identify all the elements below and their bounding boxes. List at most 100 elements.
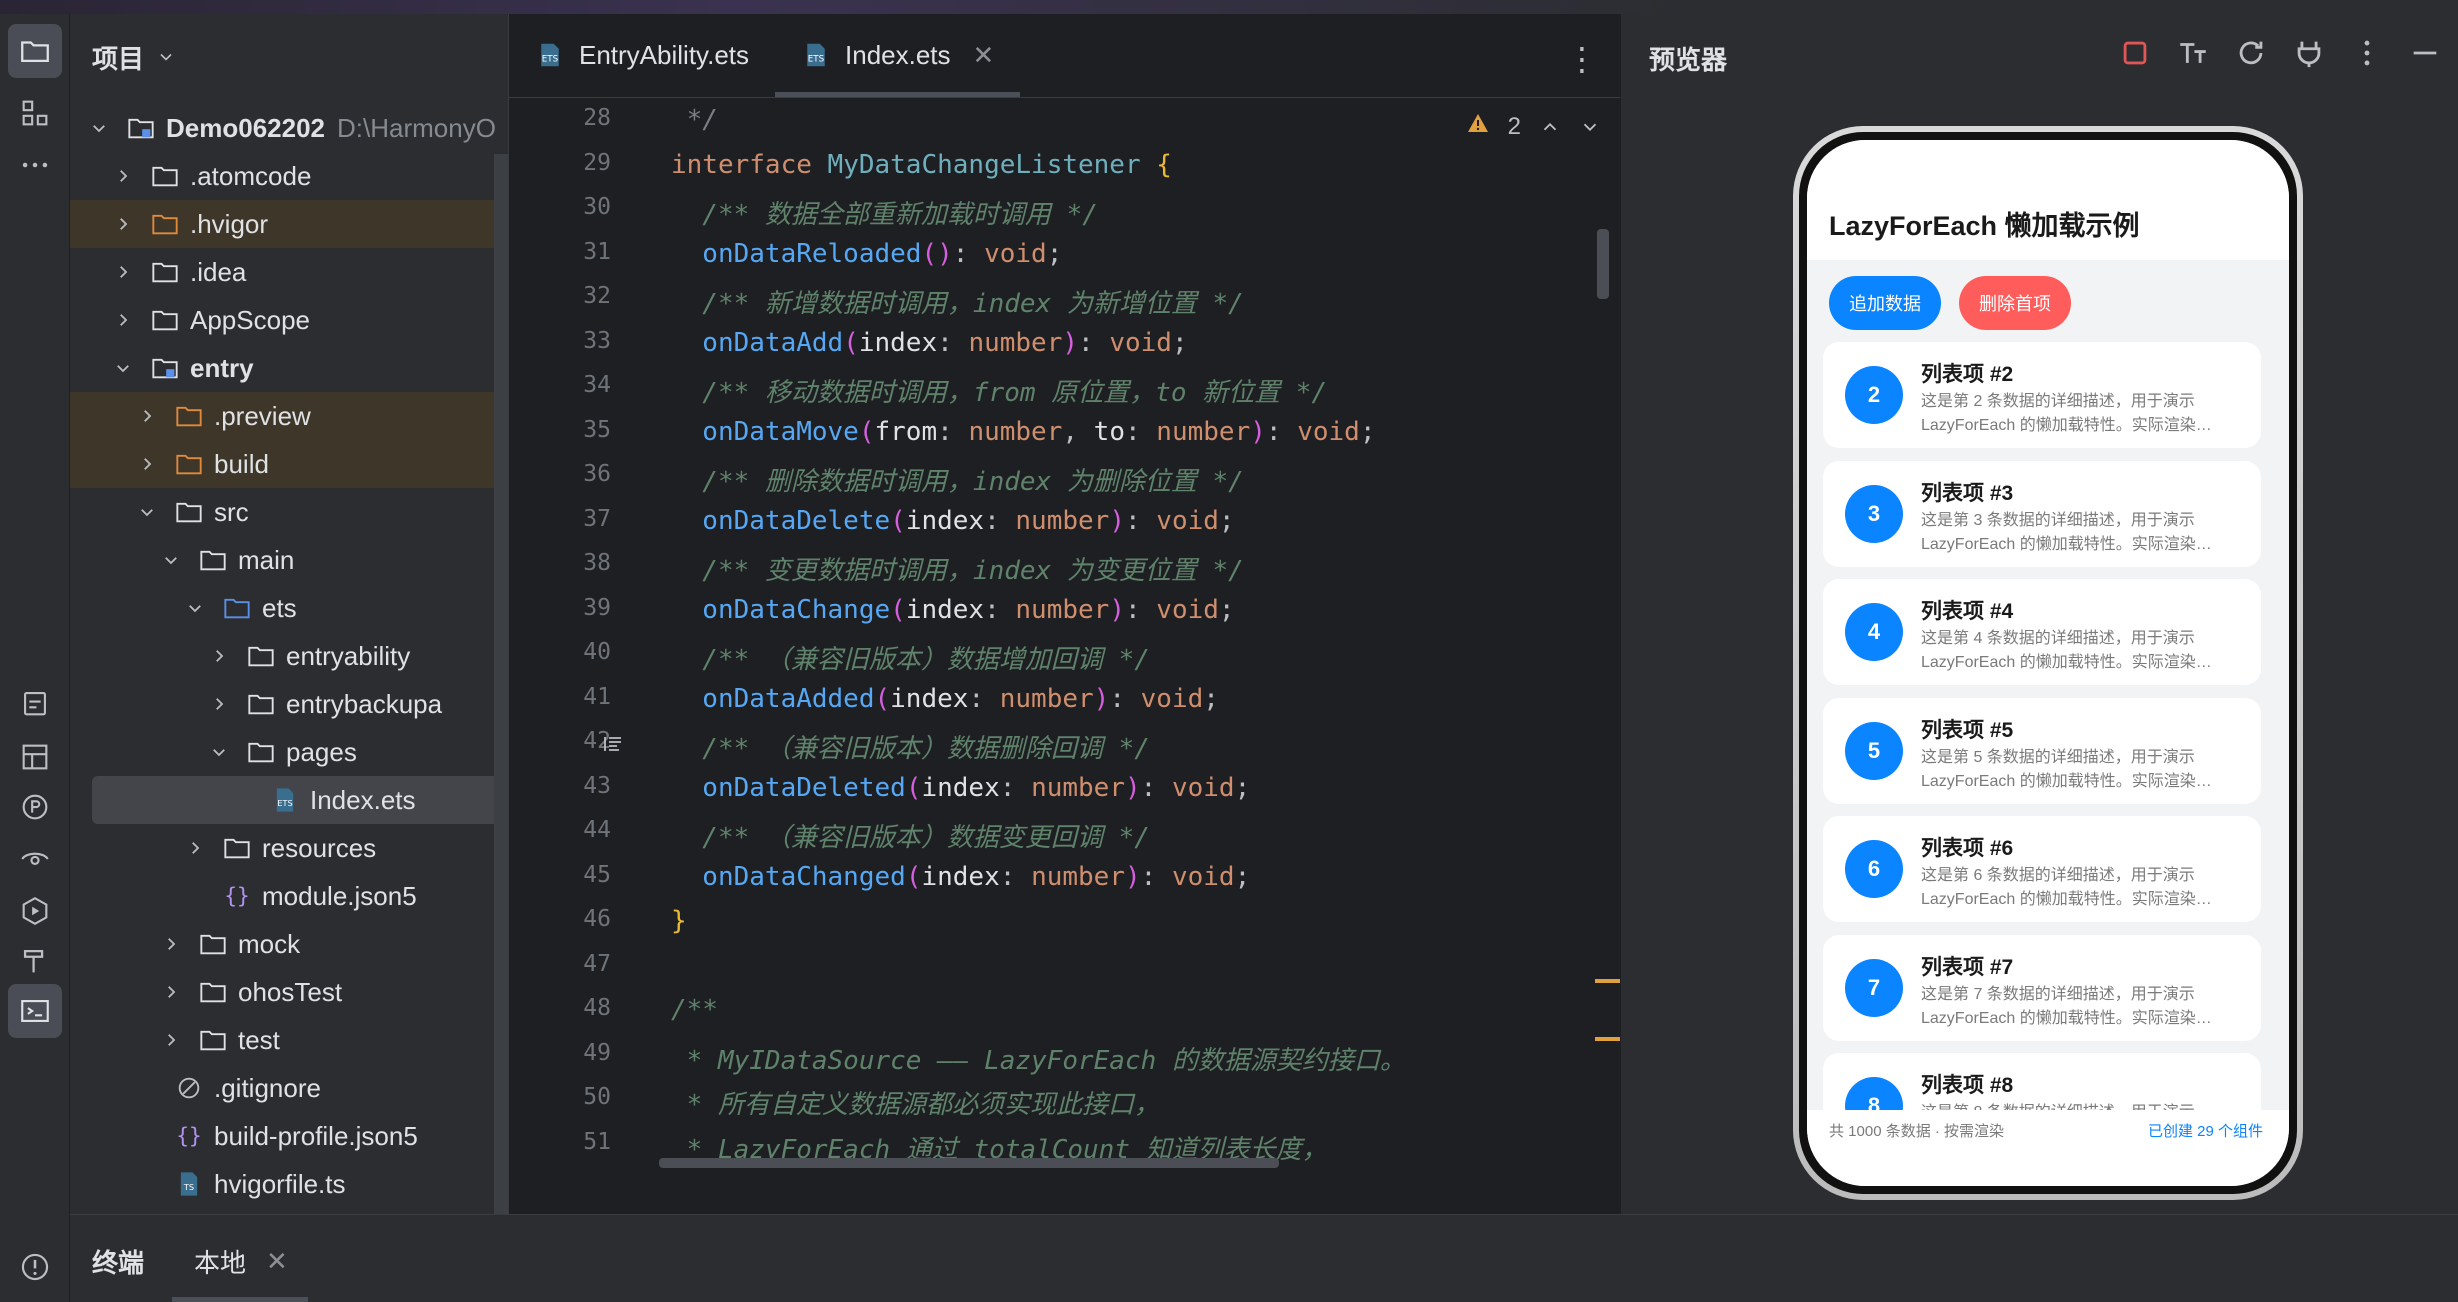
editor-vertical-scrollbar[interactable] xyxy=(1597,229,1609,299)
inspector-button[interactable] xyxy=(8,832,62,886)
profiler-button[interactable] xyxy=(8,780,62,834)
app-title: LazyForEach 懒加载示例 xyxy=(1829,211,2140,241)
folder-icon xyxy=(244,737,278,767)
tree-item[interactable]: entryability xyxy=(70,632,508,680)
tree-item[interactable]: src xyxy=(70,488,508,536)
tab-index[interactable]: ETS Index.ets ✕ xyxy=(775,13,1021,97)
inspect-plug-icon[interactable] xyxy=(2292,36,2326,70)
code-token: : xyxy=(984,594,1016,625)
chevron-down-icon[interactable] xyxy=(88,117,110,139)
list-item[interactable]: 5 列表项 #5 这是第 5 条数据的详细描述，用于演示 LazyForEach 的懒… xyxy=(1823,697,2261,804)
warning-marker[interactable] xyxy=(1595,1037,1621,1041)
folder-icon xyxy=(196,929,230,959)
code-content[interactable]: */ interface MyDataChangeListener { /** 数… xyxy=(659,99,1589,1174)
tree-item[interactable]: entrybackupa xyxy=(70,680,508,728)
list-item[interactable]: 7 列表项 #7 这是第 7 条数据的详细描述，用于演示 LazyForEach 的懒… xyxy=(1823,934,2261,1041)
tree-item[interactable]: resources xyxy=(70,824,508,872)
code-token: ; xyxy=(1234,772,1251,803)
add-data-button[interactable]: 追加数据 xyxy=(1829,276,1941,330)
stop-icon[interactable] xyxy=(2118,36,2152,70)
alert-circle-icon xyxy=(21,1253,49,1281)
project-view-button[interactable] xyxy=(8,24,62,78)
chevron-down-icon[interactable] xyxy=(184,597,206,619)
tree-item[interactable]: main xyxy=(70,536,508,584)
folder-icon xyxy=(196,545,230,575)
editor-horizontal-scrollbar[interactable] xyxy=(659,1158,1279,1168)
chevron-right-icon[interactable] xyxy=(160,933,182,955)
delete-first-button[interactable]: 删除首项 xyxy=(1959,276,2071,330)
run-button[interactable] xyxy=(8,884,62,938)
code-token: : xyxy=(999,772,1032,803)
layout-button[interactable] xyxy=(8,730,62,784)
code-token: : xyxy=(1140,772,1172,803)
chevron-right-icon[interactable] xyxy=(160,981,182,1003)
tree-item[interactable]: {} build-profile.json5 xyxy=(70,1112,508,1160)
tab-label: EntryAbility.ets xyxy=(579,39,750,70)
chevron-right-icon[interactable] xyxy=(112,165,134,187)
chevron-down-icon[interactable] xyxy=(136,501,158,523)
clipboard-icon xyxy=(24,692,46,716)
tree-item[interactable]: .preview xyxy=(70,392,508,440)
tree-item[interactable]: ohosTest xyxy=(70,968,508,1016)
list-item[interactable]: 3 列表项 #3 这是第 3 条数据的详细描述，用于演示 LazyForEach 的懒… xyxy=(1823,460,2261,567)
structure-button[interactable] xyxy=(8,86,62,140)
line-number: 39 xyxy=(583,594,611,621)
tree-item[interactable]: .atomcode xyxy=(70,152,508,200)
font-size-icon[interactable] xyxy=(2176,36,2210,70)
terminal-button[interactable] xyxy=(8,984,62,1038)
problems-button[interactable] xyxy=(8,1240,62,1294)
tree-item[interactable]: entry xyxy=(70,344,508,392)
minimize-icon[interactable] xyxy=(2408,36,2442,70)
doc-render-icon[interactable] xyxy=(601,732,625,756)
tree-item[interactable]: Demo062202 D:\HarmonyO xyxy=(70,104,508,152)
list-item[interactable]: 4 列表项 #4 这是第 4 条数据的详细描述，用于演示 LazyForEach 的懒… xyxy=(1823,579,2261,685)
tree-item[interactable]: ets xyxy=(70,584,508,632)
item-number-badge: 2 xyxy=(1845,366,1903,424)
tree-item[interactable]: build xyxy=(70,440,508,488)
tree-item[interactable]: mock xyxy=(70,920,508,968)
chevron-down-icon[interactable] xyxy=(1579,116,1601,138)
chevron-up-icon[interactable] xyxy=(1539,116,1561,138)
build-button[interactable] xyxy=(8,934,62,988)
module-folder-icon xyxy=(148,353,182,383)
tree-item[interactable]: .hvigor xyxy=(70,200,508,248)
warning-marker[interactable] xyxy=(1595,979,1621,983)
tab-entryability[interactable]: ETS EntryAbility.ets xyxy=(509,13,775,97)
chevron-right-icon[interactable] xyxy=(112,213,134,235)
more-vertical-icon[interactable] xyxy=(2350,36,2384,70)
close-terminal-tab-icon[interactable]: ✕ xyxy=(266,1246,288,1277)
todo-button[interactable] xyxy=(8,676,62,730)
list-item[interactable]: 6 列表项 #6 这是第 6 条数据的详细描述，用于演示 LazyForEach 的懒… xyxy=(1823,816,2261,922)
terminal-tab-local[interactable]: 本地 ✕ xyxy=(194,1243,288,1280)
folder-icon xyxy=(244,641,278,671)
chevron-right-icon[interactable] xyxy=(208,645,230,667)
tree-item[interactable]: AppScope xyxy=(70,296,508,344)
refresh-icon[interactable] xyxy=(2234,36,2268,70)
project-header[interactable]: 项目 xyxy=(70,14,508,100)
code-token: interface xyxy=(671,149,812,180)
chevron-right-icon[interactable] xyxy=(208,693,230,715)
list-item[interactable]: 2 列表项 #2 这是第 2 条数据的详细描述，用于演示 LazyForEach 的懒… xyxy=(1823,342,2261,448)
chevron-right-icon[interactable] xyxy=(184,837,206,859)
chevron-right-icon[interactable] xyxy=(112,261,134,283)
chevron-down-icon[interactable] xyxy=(160,549,182,571)
tree-item[interactable]: test xyxy=(70,1016,508,1064)
inspection-widget[interactable]: 2 xyxy=(1466,111,1601,142)
tree-item[interactable]: TS hvigorfile.ts xyxy=(70,1160,508,1208)
chevron-down-icon[interactable] xyxy=(208,741,230,763)
tab-actions-icon[interactable]: ⋮ xyxy=(1566,40,1598,78)
more-tools-button[interactable] xyxy=(8,138,62,192)
chevron-down-icon[interactable] xyxy=(112,357,134,379)
tree-item[interactable]: {} module.json5 xyxy=(70,872,508,920)
chevron-right-icon[interactable] xyxy=(112,309,134,331)
close-tab-icon[interactable]: ✕ xyxy=(973,40,995,71)
tree-item[interactable]: .gitignore xyxy=(70,1064,508,1112)
tree-item[interactable]: .idea xyxy=(70,248,508,296)
chevron-right-icon[interactable] xyxy=(136,405,158,427)
code-area[interactable]: 28 29 30 31 32 33 34 35 36 37 38 39 40 41 42 43 44 45 46 47… xyxy=(509,99,1621,1174)
project-scrollbar[interactable] xyxy=(494,154,508,1214)
chevron-right-icon[interactable] xyxy=(160,1029,182,1051)
tree-item[interactable]: ETS Index.ets xyxy=(92,776,508,824)
chevron-right-icon[interactable] xyxy=(136,453,158,475)
tree-item[interactable]: pages xyxy=(70,728,508,776)
